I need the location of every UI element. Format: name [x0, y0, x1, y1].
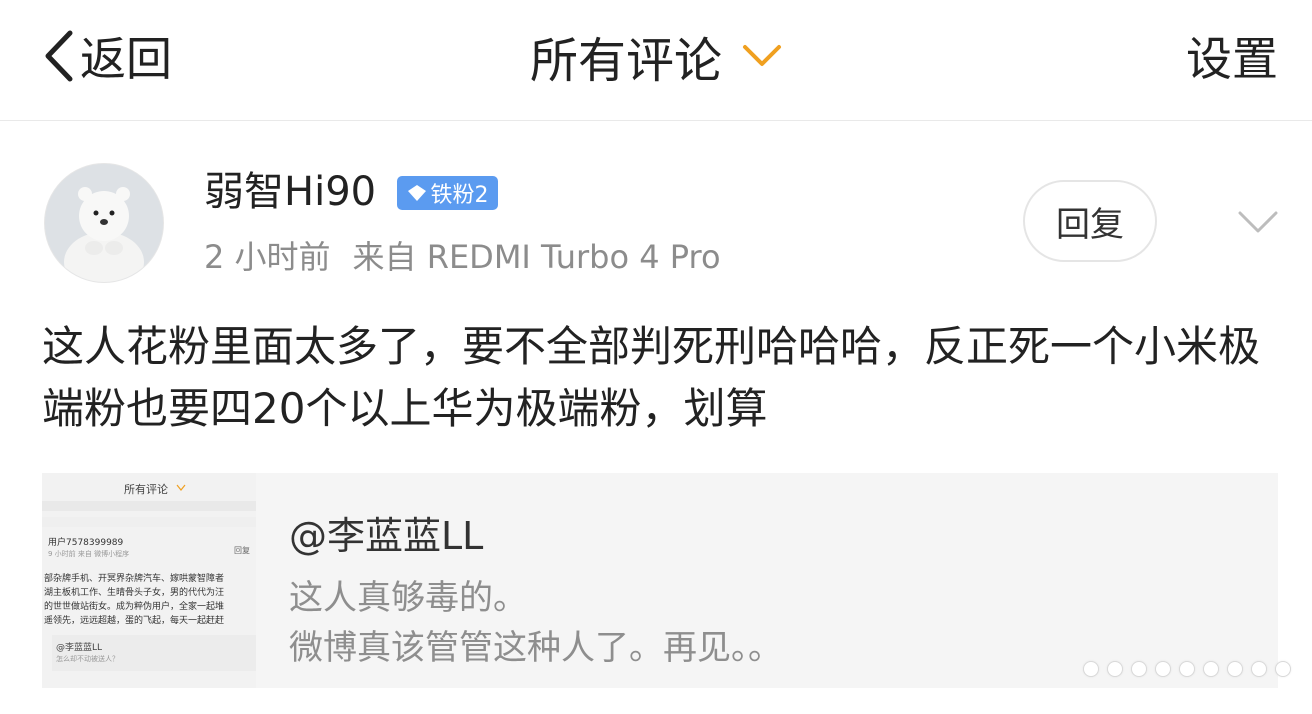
thumb-username: 用户7578399989 — [48, 538, 124, 548]
thumb-title: 所有评论 — [124, 483, 168, 496]
thumb-quote-text: 怎么却不动被送人？ — [56, 655, 119, 663]
top-navigation-bar: 返回 所有评论 设置 — [0, 0, 1312, 121]
comment-time: 2 小时前 — [204, 238, 331, 276]
comment-meta: 2 小时前 来自 REDMI Turbo 4 Pro — [204, 235, 721, 279]
chevron-down-icon[interactable] — [1236, 205, 1280, 237]
reply-button[interactable]: 回复 — [1023, 180, 1157, 262]
fan-badge: 铁粉2 — [397, 176, 498, 210]
dot — [1131, 661, 1147, 677]
comment-source: 来自 REDMI Turbo 4 Pro — [352, 238, 721, 276]
thumb-mention: @李蓝蓝LL — [56, 643, 103, 653]
fan-badge-label: 铁粉2 — [430, 183, 489, 208]
watermark-dots — [1083, 661, 1291, 677]
thumb-meta: 9 小时前 来自 微博小程序 — [48, 550, 130, 558]
diamond-icon — [407, 185, 426, 201]
thumb-text-line: 遥领先，远远超越，蛋的飞起，每天一起赶赶 — [44, 616, 225, 626]
chevron-down-icon — [743, 45, 781, 66]
dot — [1275, 661, 1291, 677]
comments-filter-dropdown[interactable]: 所有评论 — [0, 24, 1312, 89]
comment-username[interactable]: 弱智Hi90 — [204, 163, 376, 221]
comment-text: 这人花粉里面太多了，要不全部判死刑哈哈哈，反正死一个小米极端粉也要四20个以上华… — [42, 322, 1261, 433]
dot — [1083, 661, 1099, 677]
dot — [1251, 661, 1267, 677]
quoted-user-mention[interactable]: @李蓝蓝LL — [289, 505, 483, 560]
dot — [1203, 661, 1219, 677]
screenshot-thumbnail[interactable]: 所有评论 用户7578399989 9 小时前 来自 微博小程序 回复 部杂牌手… — [42, 473, 256, 688]
thumb-divider — [42, 517, 256, 527]
thumb-text-line: 部杂牌手机、开冥界杂牌汽车、嫁哄蒙智障者 — [44, 574, 225, 584]
thumb-text-line: 湖主板机工作、生晴骨头子女，男的代代为汪 — [44, 588, 225, 598]
dot — [1155, 661, 1171, 677]
quoted-comment-card[interactable]: 所有评论 用户7578399989 9 小时前 来自 微博小程序 回复 部杂牌手… — [42, 473, 1278, 688]
quoted-text-line: 微博真该管管这种人了。再见。。 — [289, 628, 782, 668]
thumb-reply: 回复 — [234, 546, 250, 555]
settings-button[interactable]: 设置 — [1186, 24, 1278, 88]
thumb-text-line: 的世世做站街女。成为粹伪用户，全家一起堆 — [44, 602, 225, 612]
dot — [1227, 661, 1243, 677]
thumb-divider — [42, 501, 256, 511]
polar-bear-avatar-icon — [45, 164, 163, 282]
dot — [1107, 661, 1123, 677]
page-title: 所有评论 — [529, 33, 722, 89]
quoted-text-line: 这人真够毒的。 — [289, 578, 527, 618]
dot — [1179, 661, 1195, 677]
chevron-down-icon — [176, 484, 186, 491]
avatar[interactable] — [44, 163, 164, 283]
